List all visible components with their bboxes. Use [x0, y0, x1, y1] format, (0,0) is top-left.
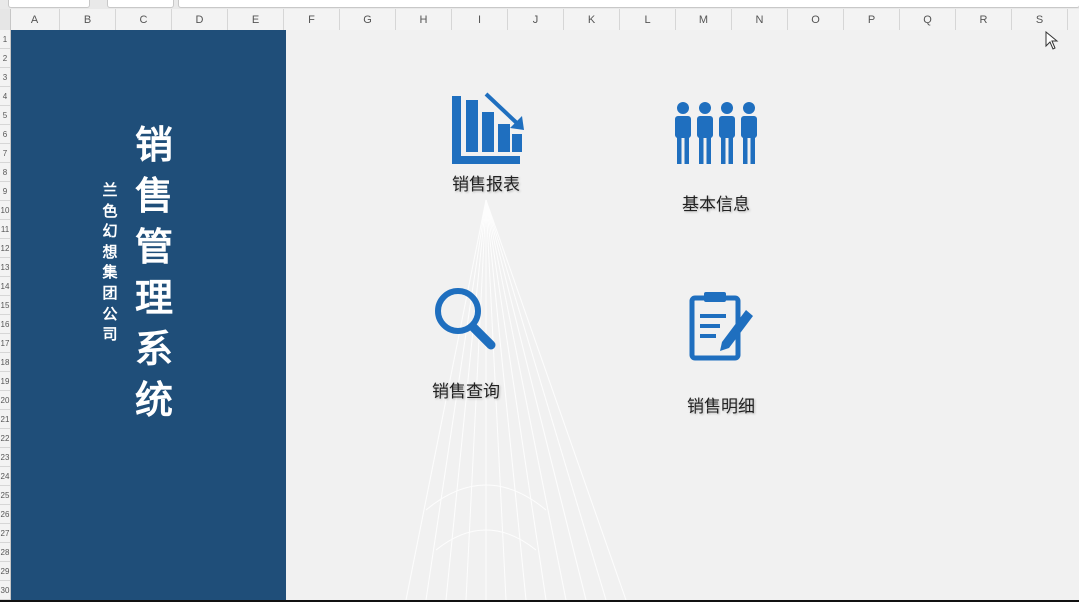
column-header[interactable]: P [844, 9, 900, 30]
sidebar-panel: 兰 色 幻 想 集 团 公 司 销 售 管 理 系 统 [11, 30, 286, 600]
row-header[interactable]: 10 [0, 201, 10, 220]
row-header[interactable]: 25 [0, 486, 10, 505]
column-header[interactable]: A [10, 9, 60, 30]
column-header[interactable]: Q [900, 9, 956, 30]
company-char: 想 [102, 242, 118, 261]
row-header[interactable]: 24 [0, 467, 10, 486]
column-header[interactable]: R [956, 9, 1012, 30]
company-char: 色 [102, 201, 118, 220]
row-header[interactable]: 2 [0, 49, 10, 68]
column-header[interactable]: I [452, 9, 508, 30]
column-header[interactable]: K [564, 9, 620, 30]
column-header[interactable]: B [60, 9, 116, 30]
row-header[interactable]: 4 [0, 87, 10, 106]
row-header[interactable]: 5 [0, 106, 10, 125]
row-header[interactable]: 15 [0, 296, 10, 315]
function-box[interactable] [107, 0, 174, 8]
people-group-icon [675, 102, 757, 164]
column-header[interactable]: F [284, 9, 340, 30]
row-header[interactable]: 17 [0, 334, 10, 353]
column-header[interactable]: C [116, 9, 172, 30]
row-header[interactable]: 9 [0, 182, 10, 201]
sales-query-label: 销售查询 [432, 382, 500, 402]
row-header[interactable]: 26 [0, 505, 10, 524]
mouse-cursor-icon [1045, 31, 1059, 50]
row-header[interactable]: 19 [0, 372, 10, 391]
row-header[interactable]: 22 [0, 429, 10, 448]
company-name: 兰 色 幻 想 集 团 公 司 [99, 180, 121, 345]
company-char: 集 [102, 263, 118, 282]
row-header[interactable]: 11 [0, 220, 10, 239]
column-header[interactable]: N [732, 9, 788, 30]
row-headers: 1 2 3 4 5 6 7 8 9 10 11 12 13 14 15 16 17 18 19 20 21 22 23 24 2… [0, 30, 11, 600]
row-header[interactable]: 20 [0, 391, 10, 410]
row-header[interactable]: 7 [0, 144, 10, 163]
column-headers: ABCDEFGHIJKLMNOPQRS [0, 9, 1079, 31]
title-char: 销 [134, 123, 173, 167]
sales-query-button[interactable]: 销售查询 [386, 285, 546, 402]
status-strip [0, 602, 1079, 616]
company-char: 公 [102, 304, 118, 323]
title-char: 统 [134, 378, 173, 422]
row-header[interactable]: 27 [0, 524, 10, 543]
row-header[interactable]: 29 [0, 562, 10, 581]
name-box[interactable] [8, 0, 90, 8]
sales-report-button[interactable]: 销售报表 [406, 90, 566, 195]
column-header[interactable]: H [396, 9, 452, 30]
row-header[interactable]: 6 [0, 125, 10, 144]
title-char: 理 [134, 276, 173, 320]
system-title: 销 售 管 理 系 统 [131, 120, 177, 426]
row-header[interactable]: 13 [0, 258, 10, 277]
magnifier-icon [435, 288, 496, 350]
title-char: 售 [134, 174, 173, 218]
company-char: 团 [102, 283, 118, 302]
sales-report-label: 销售报表 [452, 175, 520, 195]
bar-chart-down-icon [452, 92, 524, 164]
clipboard-pen-icon [689, 292, 753, 361]
column-header[interactable]: E [228, 9, 284, 30]
row-header[interactable]: 1 [0, 30, 10, 49]
company-char: 幻 [102, 222, 118, 241]
column-header[interactable]: D [172, 9, 228, 30]
row-header[interactable]: 28 [0, 543, 10, 562]
title-char: 管 [134, 225, 173, 269]
row-header[interactable]: 18 [0, 353, 10, 372]
company-char: 兰 [102, 181, 118, 199]
company-char: 司 [102, 325, 118, 344]
row-header[interactable]: 14 [0, 277, 10, 296]
basic-info-button[interactable]: 基本信息 [636, 100, 796, 215]
column-header[interactable]: L [620, 9, 676, 30]
row-header[interactable]: 21 [0, 410, 10, 429]
row-header[interactable]: 30 [0, 581, 10, 600]
column-header[interactable]: M [676, 9, 732, 30]
row-header[interactable]: 12 [0, 239, 10, 258]
row-header[interactable]: 8 [0, 163, 10, 182]
column-header[interactable]: G [340, 9, 396, 30]
title-char: 系 [134, 327, 173, 371]
column-header[interactable]: J [508, 9, 564, 30]
column-header[interactable]: S [1012, 9, 1068, 30]
formula-input[interactable] [178, 0, 1079, 8]
row-header[interactable]: 3 [0, 68, 10, 87]
main-dashboard: 销售报表 基本信息 销售查询 销售明细 [286, 30, 1079, 600]
column-header[interactable]: O [788, 9, 844, 30]
sales-detail-button[interactable]: 销售明细 [641, 290, 801, 417]
row-header[interactable]: 23 [0, 448, 10, 467]
basic-info-label: 基本信息 [682, 195, 750, 215]
sales-detail-label: 销售明细 [687, 397, 755, 417]
row-header[interactable]: 16 [0, 315, 10, 334]
